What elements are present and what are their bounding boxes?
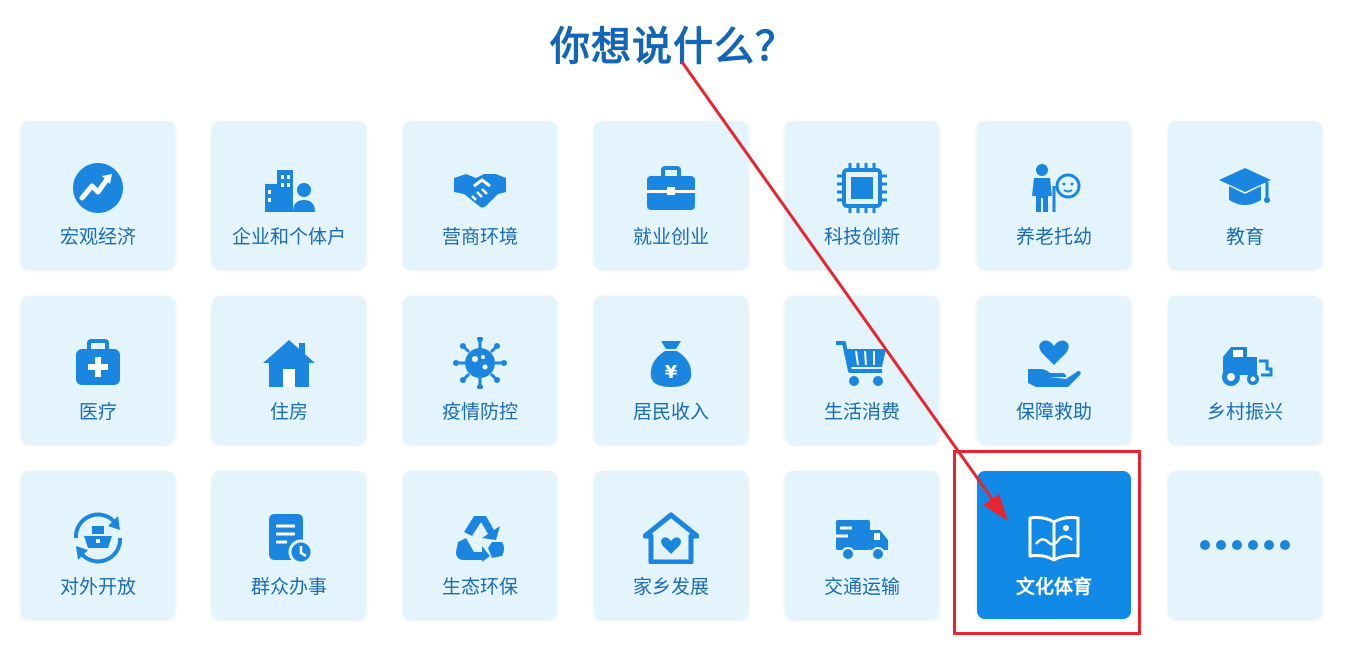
tractor-icon bbox=[1215, 336, 1275, 390]
category-label: 营商环境 bbox=[441, 226, 518, 248]
category-label: 疫情防控 bbox=[441, 401, 518, 423]
category-tile-elderly-childcare[interactable]: 养老托幼 bbox=[977, 121, 1131, 269]
category-tile-housing[interactable]: 住房 bbox=[212, 296, 366, 444]
category-tile-public-affairs[interactable]: 群众办事 bbox=[212, 471, 366, 619]
svg-text:¥: ¥ bbox=[665, 362, 678, 383]
virus-icon bbox=[450, 336, 510, 390]
category-tile-culture-sports[interactable]: 文化体育 bbox=[977, 471, 1131, 619]
category-label: 群众办事 bbox=[250, 576, 327, 598]
category-tile-macro-economy[interactable]: 宏观经济 bbox=[21, 121, 175, 269]
category-label: 教育 bbox=[1225, 226, 1264, 248]
category-label: 宏观经济 bbox=[59, 226, 136, 248]
shopping-cart-icon bbox=[832, 336, 892, 390]
document-clock-icon bbox=[259, 511, 319, 565]
category-label: 对外开放 bbox=[59, 576, 136, 598]
category-label: 家乡发展 bbox=[632, 576, 709, 598]
category-label: 交通运输 bbox=[823, 576, 900, 598]
handshake-icon bbox=[450, 161, 510, 215]
category-label: 企业和个体户 bbox=[231, 226, 346, 248]
category-tile-rural-revitalization[interactable]: 乡村振兴 bbox=[1168, 296, 1322, 444]
category-tile-transportation[interactable]: 交通运输 bbox=[785, 471, 939, 619]
category-tile-technology[interactable]: 科技创新 bbox=[785, 121, 939, 269]
ship-cycle-icon bbox=[68, 511, 128, 565]
category-tile-enterprise[interactable]: 企业和个体户 bbox=[212, 121, 366, 269]
category-tile-consumption[interactable]: 生活消费 bbox=[785, 296, 939, 444]
category-label: 医疗 bbox=[78, 401, 117, 423]
category-label: 养老托幼 bbox=[1015, 226, 1092, 248]
briefcase-icon bbox=[641, 161, 701, 215]
category-tile-hometown[interactable]: 家乡发展 bbox=[594, 471, 748, 619]
category-label: 生活消费 bbox=[823, 401, 900, 423]
category-label: 保障救助 bbox=[1015, 401, 1092, 423]
medical-kit-icon bbox=[68, 336, 128, 390]
category-label: 文化体育 bbox=[1015, 576, 1092, 598]
category-tile-income[interactable]: ¥ 居民收入 bbox=[594, 296, 748, 444]
category-label: 居民收入 bbox=[632, 401, 709, 423]
category-tile-ecology[interactable]: 生态环保 bbox=[403, 471, 557, 619]
trend-up-icon bbox=[68, 161, 128, 215]
open-book-icon bbox=[1024, 511, 1084, 565]
recycle-icon bbox=[450, 511, 510, 565]
category-tile-employment[interactable]: 就业创业 bbox=[594, 121, 748, 269]
home-heart-icon bbox=[641, 511, 701, 565]
category-tile-social-security[interactable]: 保障救助 bbox=[977, 296, 1131, 444]
truck-icon bbox=[832, 511, 892, 565]
hand-heart-icon bbox=[1024, 336, 1084, 390]
category-label: 生态环保 bbox=[441, 576, 518, 598]
category-label: 乡村振兴 bbox=[1206, 401, 1283, 423]
category-label: 住房 bbox=[269, 401, 308, 423]
chip-icon bbox=[832, 161, 892, 215]
elder-child-icon bbox=[1024, 161, 1084, 215]
category-tile-education[interactable]: 教育 bbox=[1168, 121, 1322, 269]
category-tile-medical[interactable]: 医疗 bbox=[21, 296, 175, 444]
more-dots-icon bbox=[1168, 535, 1322, 554]
page-title: 你想说什么？ bbox=[550, 24, 796, 70]
category-tile-opening-up[interactable]: 对外开放 bbox=[21, 471, 175, 619]
graduation-cap-icon bbox=[1215, 161, 1275, 215]
category-label: 科技创新 bbox=[823, 226, 900, 248]
house-icon bbox=[259, 336, 319, 390]
category-tile-epidemic[interactable]: 疫情防控 bbox=[403, 296, 557, 444]
category-label: 就业创业 bbox=[632, 226, 709, 248]
buildings-person-icon bbox=[259, 161, 319, 215]
money-bag-icon: ¥ bbox=[641, 336, 701, 390]
category-tile-business-environment[interactable]: 营商环境 bbox=[403, 121, 557, 269]
more-categories-button[interactable] bbox=[1168, 471, 1322, 619]
